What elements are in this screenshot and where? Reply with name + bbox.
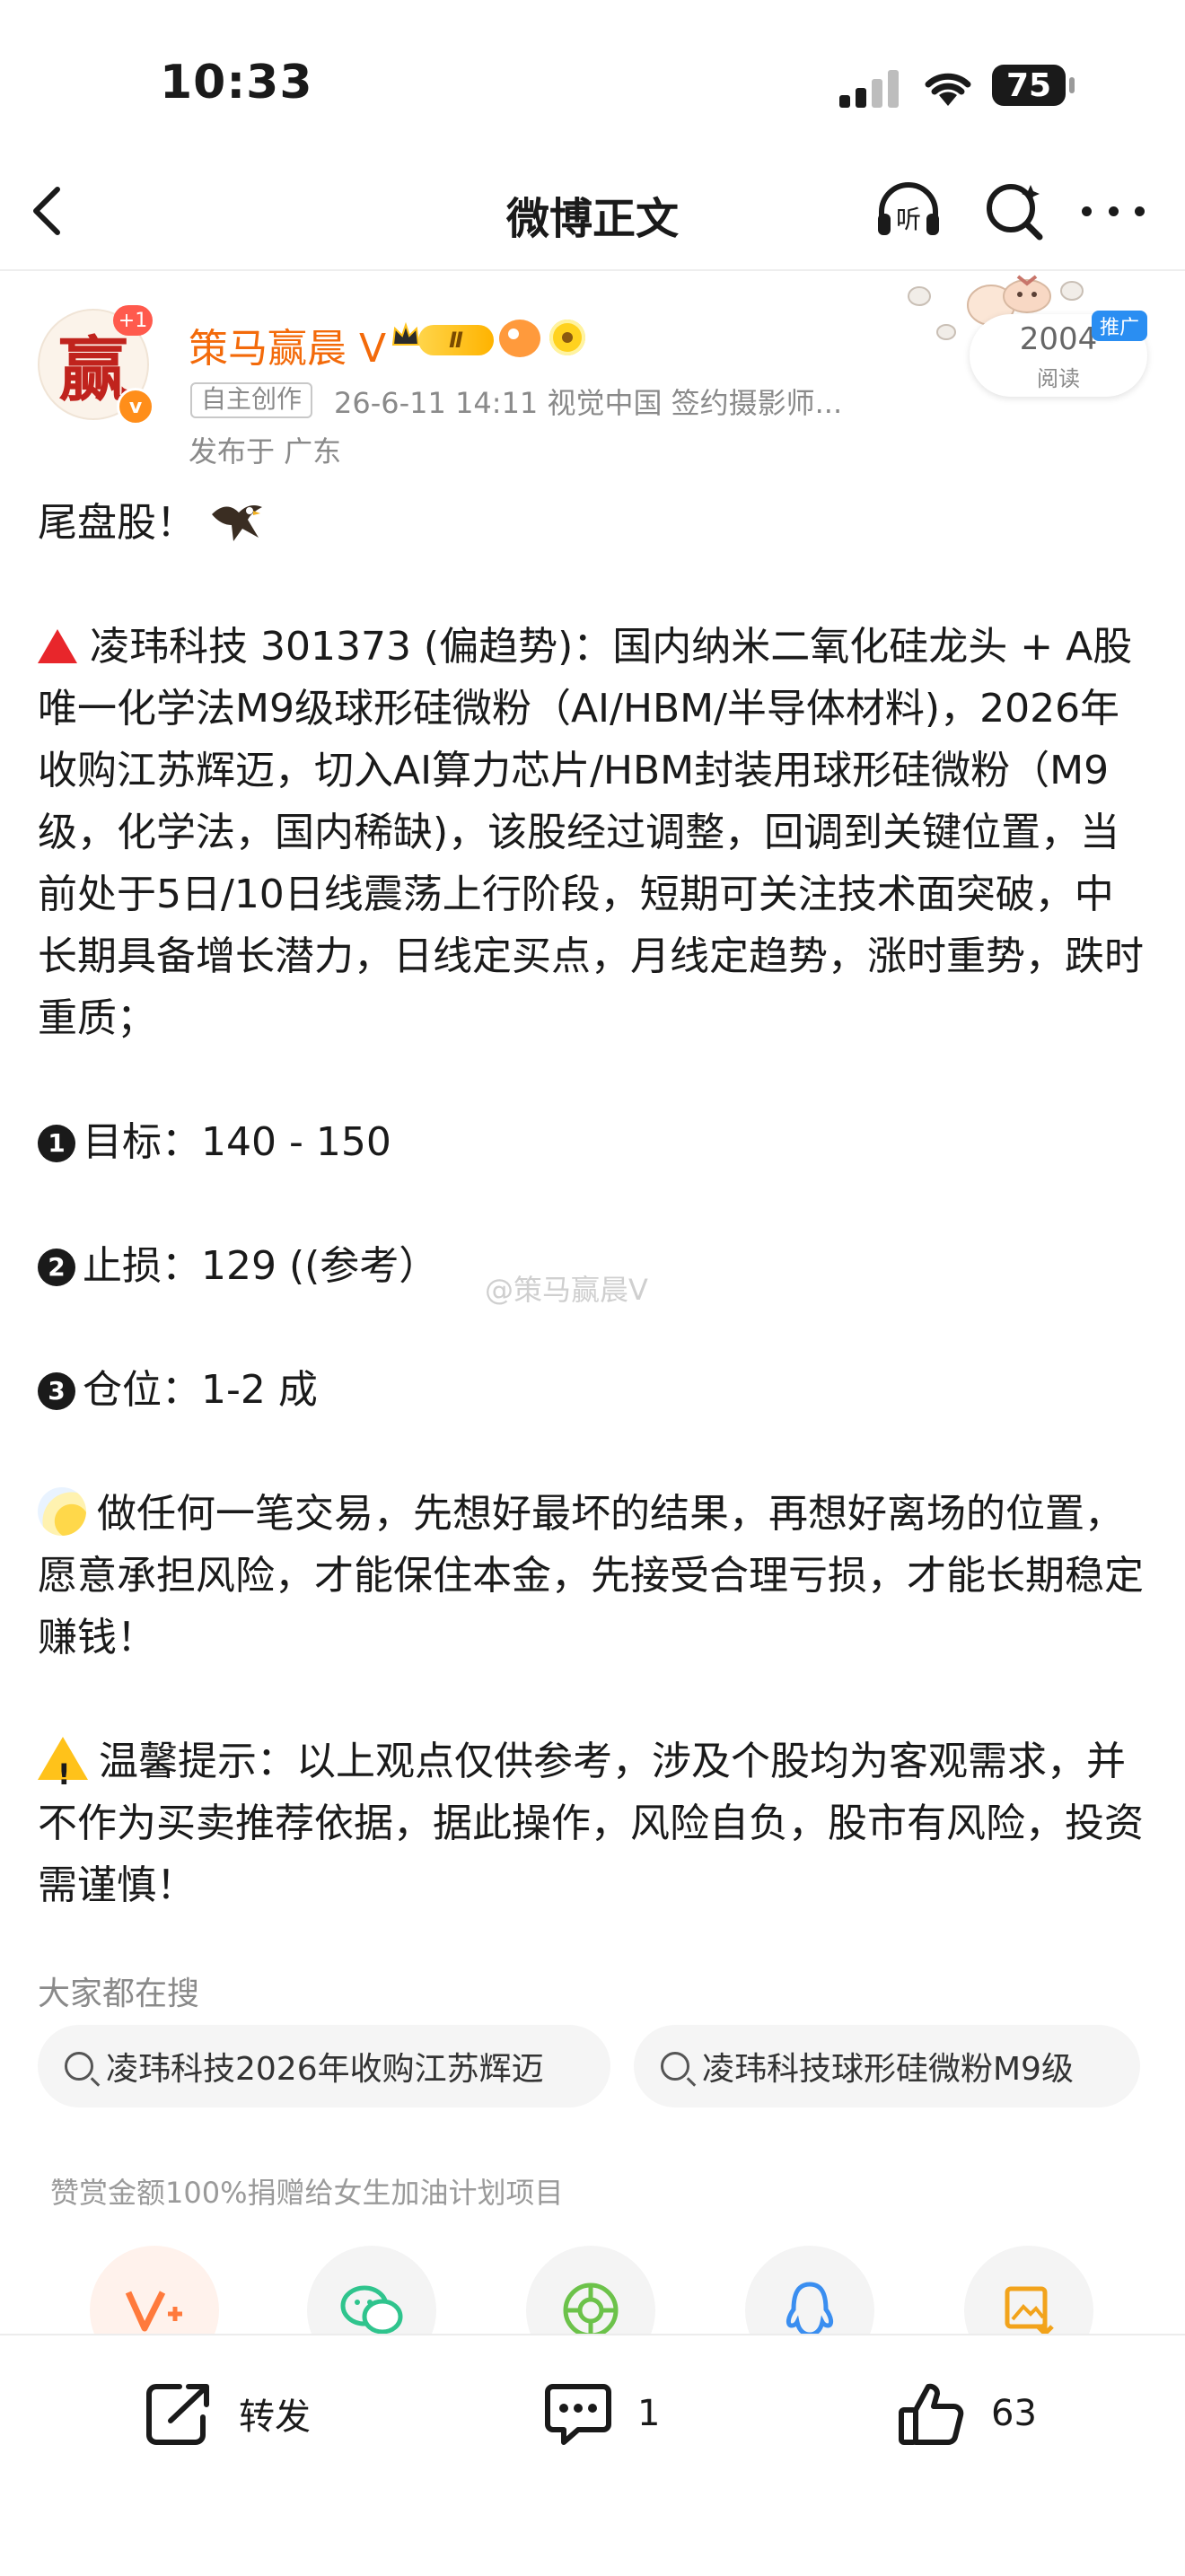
- promo-tag[interactable]: 推广: [1092, 311, 1147, 341]
- more-dot: [1135, 206, 1145, 216]
- search-chip[interactable]: 凌玮科技2026年收购江苏辉迈: [38, 2025, 610, 2107]
- save-image-icon: [1005, 2286, 1054, 2337]
- stop-loss-line: 止损：129 ((参考）: [83, 1243, 439, 1289]
- risk-notice: 温馨提示：以上观点仅供参考，涉及个股均为客观需求，并不作为买卖推荐依据，据此操作…: [38, 1739, 1144, 1908]
- repost-button[interactable]: 转发: [144, 2373, 311, 2454]
- search-icon: [987, 184, 1043, 241]
- comment-count: 1: [637, 2393, 661, 2434]
- repost-icon: [146, 2384, 209, 2445]
- verified-badge: v: [117, 388, 154, 425]
- follow-badge: +1: [113, 305, 153, 336]
- repost-label: 转发: [239, 2396, 311, 2438]
- cellular-signal-icon: [839, 70, 899, 108]
- moments-icon: [563, 2282, 619, 2338]
- weibo-watermark: @策马赢晨V: [485, 1273, 648, 1307]
- author-name[interactable]: 策马赢晨 V: [189, 316, 386, 373]
- circled-number: 1: [38, 1125, 75, 1162]
- sunflower-emblem-icon[interactable]: [549, 320, 585, 355]
- post-meta: 26-6-11 14:11 视觉中国 签约摄影师...: [334, 386, 843, 420]
- eagle-icon: [212, 505, 262, 541]
- comment-icon: [545, 2384, 611, 2445]
- status-time: 10:33: [160, 56, 313, 110]
- donation-notice: 赞赏金额100%捐赠给女生加油计划项目: [50, 2176, 564, 2210]
- search-chip-label: 凌玮科技2026年收购江苏辉迈: [106, 2051, 544, 2088]
- circled-number: 3: [38, 1372, 75, 1410]
- post-opening: 尾盘股！: [38, 500, 196, 546]
- position-line: 仓位：1-2 成: [83, 1367, 318, 1413]
- listen-button[interactable]: 听: [873, 178, 944, 246]
- like-button[interactable]: 63: [896, 2373, 1037, 2454]
- battery-indicator: 75: [992, 65, 1066, 106]
- more-dot: [1082, 206, 1092, 216]
- post-location: 发布于 广东: [189, 434, 342, 469]
- search-button[interactable]: [980, 178, 1049, 250]
- trending-search-title: 大家都在搜: [38, 1976, 200, 2012]
- thumbs-up-icon: [899, 2383, 964, 2445]
- comment-button[interactable]: 1: [542, 2373, 660, 2454]
- trading-advice: 做任何一笔交易，先想好最坏的结果，再想好离场的位置，愿意承担风险，才能保住本金，…: [38, 1491, 1144, 1660]
- wifi-icon: [919, 65, 977, 111]
- qq-icon: [786, 2282, 834, 2337]
- search-icon: [65, 2052, 93, 2081]
- post-body: 尾盘股！ 凌玮科技 301373 (偏趋势)：国内纳米二氧化硅龙头 + A股唯一…: [38, 492, 1151, 1916]
- more-button[interactable]: [1082, 188, 1145, 233]
- comet-icon: [38, 1487, 86, 1536]
- stock-analysis: 凌玮科技 301373 (偏趋势)：国内纳米二氧化硅龙头 + A股唯一化学法M9…: [38, 624, 1144, 1041]
- fish-emblem-icon[interactable]: [499, 320, 540, 357]
- circled-number: 2: [38, 1249, 75, 1286]
- alert-triangle-icon: [38, 629, 77, 663]
- warning-icon: [38, 1737, 88, 1806]
- like-count: 63: [991, 2393, 1037, 2434]
- search-chip[interactable]: 凌玮科技球形硅微粉M9级: [634, 2025, 1140, 2107]
- search-chip-label: 凌玮科技球形硅微粉M9级: [702, 2051, 1074, 2088]
- wechat-icon: [340, 2285, 403, 2335]
- search-icon: [661, 2052, 689, 2081]
- more-dot: [1108, 206, 1119, 216]
- level-badge[interactable]: Ⅱ: [418, 325, 494, 355]
- target-line: 目标：140 - 150: [83, 1119, 391, 1165]
- bottom-action-bar: [0, 2334, 1185, 2576]
- read-label: 阅读: [1037, 366, 1080, 391]
- battery-cap: [1069, 77, 1075, 93]
- crown-icon: [391, 321, 420, 346]
- headphones-icon: 听: [878, 182, 939, 235]
- original-tag: 自主创作: [190, 382, 313, 418]
- svg-text:听: 听: [896, 205, 921, 234]
- weibo-v-plus-icon: [125, 2291, 182, 2332]
